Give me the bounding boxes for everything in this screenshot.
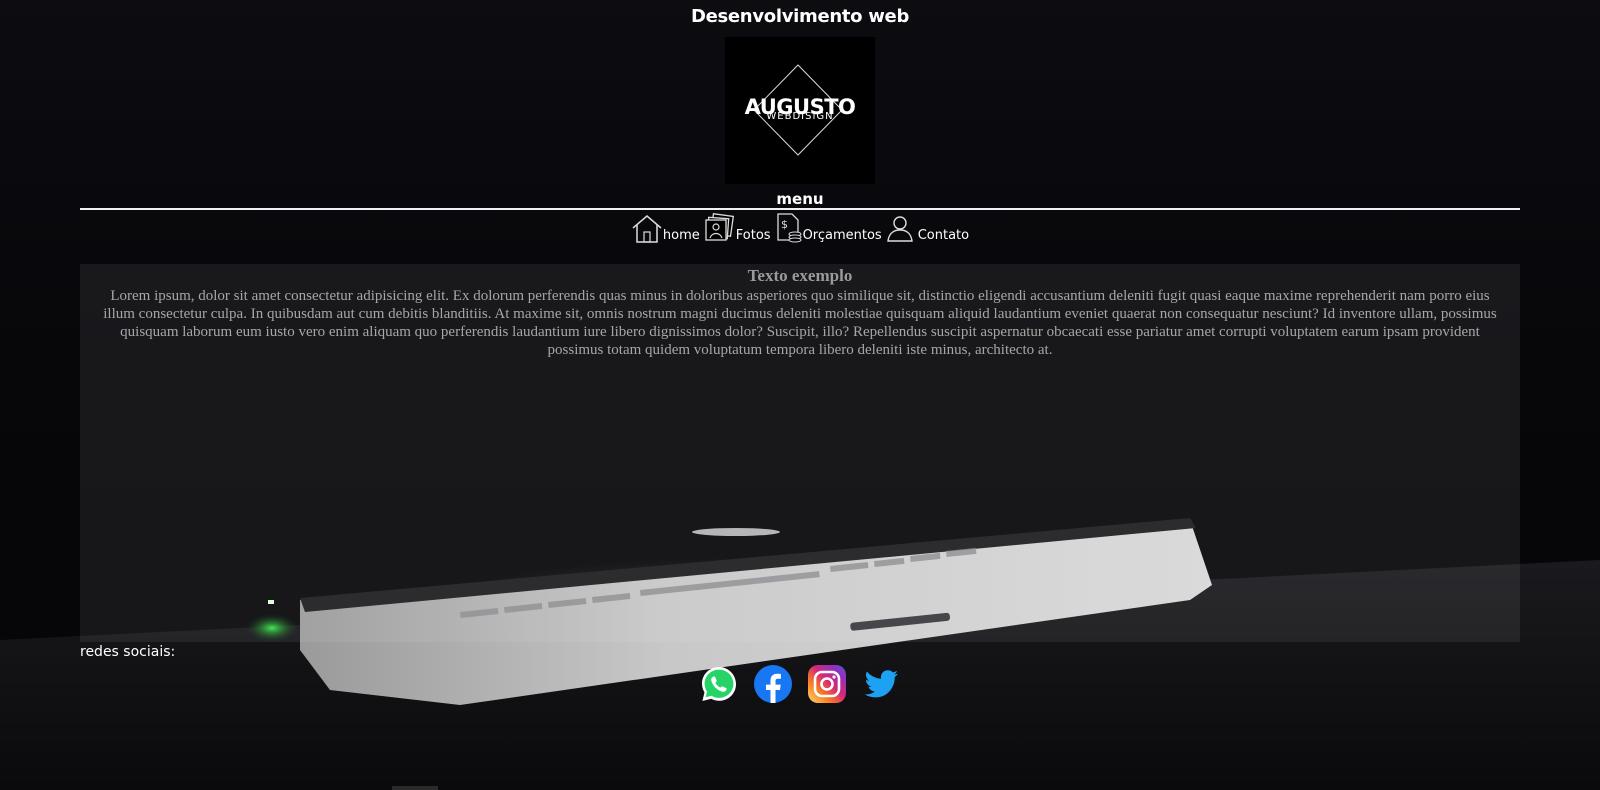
main-nav: home Fotos $ Orçamentos Contato	[0, 210, 1600, 244]
nav-item-orcamentos[interactable]: $ Orçamentos	[775, 212, 882, 244]
content-title: Texto exemplo	[747, 266, 853, 285]
whatsapp-icon[interactable]	[699, 664, 739, 704]
budget-icon: $	[776, 213, 802, 243]
nav-label-fotos: Fotos	[735, 228, 771, 243]
site-logo[interactable]: AUGUSTO WEBDISIGN	[725, 37, 875, 184]
content-text: Lorem ipsum, dolor sit amet consectetur …	[103, 288, 1497, 358]
nav-item-contato[interactable]: Contato	[886, 214, 969, 244]
nav-label-orcamentos: Orçamentos	[802, 228, 882, 243]
instagram-icon[interactable]	[807, 664, 847, 704]
svg-text:$: $	[781, 218, 788, 231]
horizontal-scrollbar[interactable]	[392, 786, 438, 790]
nav-item-fotos[interactable]: Fotos	[704, 212, 771, 244]
contact-icon	[886, 216, 913, 242]
twitter-icon[interactable]	[861, 664, 901, 704]
facebook-icon[interactable]	[753, 664, 793, 704]
page-title: Desenvolvimento web	[690, 6, 910, 27]
menu-heading: menu	[776, 190, 824, 208]
nav-item-home[interactable]: home	[631, 214, 700, 244]
nav-label-contato: Contato	[917, 228, 970, 243]
nav-label-home: home	[662, 228, 700, 243]
content-section: Texto exemplo Lorem ipsum, dolor sit ame…	[80, 264, 1520, 642]
logo-subtitle: WEBDISIGN	[766, 111, 834, 122]
home-icon	[632, 215, 662, 243]
photos-icon	[705, 212, 734, 241]
social-label: redes sociais:	[80, 644, 176, 660]
social-icons	[0, 664, 1600, 714]
